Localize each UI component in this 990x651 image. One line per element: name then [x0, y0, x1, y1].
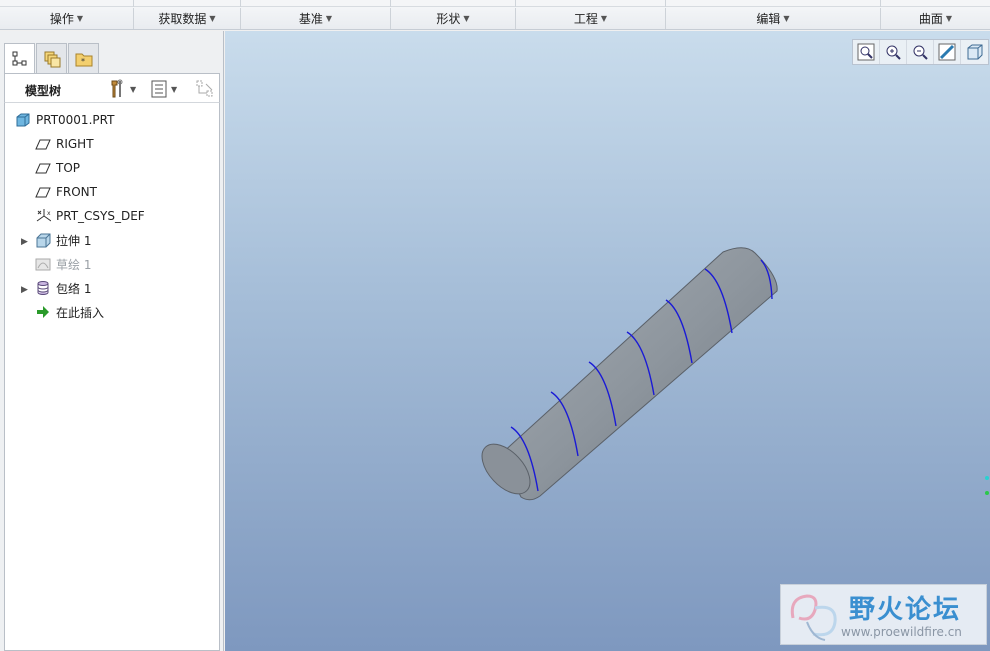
ribbon-group-datum[interactable]: 基准 ▼: [240, 8, 390, 29]
folder-icon: *: [75, 53, 92, 66]
settings-button[interactable]: ▼: [108, 78, 136, 100]
ribbon-top-strip: [0, 0, 990, 7]
tree-filter-icon: [196, 80, 213, 97]
ribbon: 操作 ▼ 获取数据 ▼ 基准 ▼ 形状 ▼ 工程 ▼ 编辑 ▼ 曲面 ▼: [0, 0, 990, 30]
tree-node-label: 在此插入: [56, 305, 105, 320]
forum-watermark: 野火论坛 www.proewildfire.cn: [780, 584, 987, 645]
list-icon: [151, 80, 167, 98]
svg-text:x: x: [47, 210, 51, 217]
navigator-tabs: *: [4, 43, 100, 74]
wrap-icon: [35, 280, 51, 296]
ribbon-group-shapes[interactable]: 形状 ▼: [390, 8, 515, 29]
datum-plane-icon: [35, 136, 51, 152]
ribbon-group-label: 获取数据: [158, 12, 207, 26]
insert-arrow-icon: [35, 304, 51, 320]
caret-down-icon: ▼: [171, 84, 178, 94]
ribbon-group-editing[interactable]: 编辑 ▼: [665, 8, 880, 29]
forum-url: www.proewildfire.cn: [841, 625, 962, 639]
view-triad-icon: [985, 476, 989, 495]
ribbon-group-label: 曲面: [918, 12, 943, 26]
tree-node-part[interactable]: PRT0001.PRT: [15, 110, 114, 130]
expand-arrow-icon[interactable]: ▶: [21, 237, 28, 247]
tree-node-sketch[interactable]: 草绘 1: [35, 254, 91, 274]
tree-node-label: FRONT: [56, 185, 97, 199]
layers-icon: [44, 51, 60, 67]
caret-down-icon: ▼: [209, 14, 216, 23]
ribbon-group-get-data[interactable]: 获取数据 ▼: [133, 8, 240, 29]
caret-down-icon: ▼: [945, 14, 953, 23]
tree-node-top[interactable]: TOP: [35, 158, 80, 178]
tree-node-right[interactable]: RIGHT: [35, 134, 94, 154]
caret-down-icon: ▼: [130, 84, 137, 94]
sketch-icon: [35, 256, 51, 272]
ribbon-group-label: 编辑: [756, 12, 781, 26]
forum-name: 野火论坛: [849, 595, 962, 625]
model-view: [473, 247, 778, 503]
graphics-window[interactable]: 野火论坛 www.proewildfire.cn: [225, 31, 990, 651]
tab-model-tree[interactable]: [4, 43, 35, 74]
tree-filter-button[interactable]: [195, 78, 215, 100]
model-tree: PRT0001.PRT RIGHT TOP FRONT x PRT_CSYS_D…: [4, 103, 220, 651]
tree-node-front[interactable]: FRONT: [35, 182, 97, 202]
tools-icon: [111, 79, 123, 98]
tree-node-label: TOP: [56, 161, 81, 175]
expand-arrow-icon[interactable]: ▶: [21, 285, 28, 295]
show-button[interactable]: ▼: [151, 78, 177, 100]
tab-folder-browser[interactable]: *: [68, 43, 99, 73]
tree-node-label: 草绘 1: [56, 257, 92, 272]
caret-down-icon: ▼: [783, 14, 790, 23]
ribbon-group-label: 形状: [436, 12, 461, 26]
model-tree-icon: [12, 51, 26, 66]
datum-plane-icon: [35, 160, 51, 176]
tree-node-label: 包络 1: [56, 281, 92, 296]
tree-node-insert-here[interactable]: 在此插入: [35, 302, 104, 322]
tree-node-csys[interactable]: x PRT_CSYS_DEF: [35, 206, 145, 226]
tree-node-label: RIGHT: [56, 137, 94, 151]
caret-down-icon: ▼: [325, 14, 333, 23]
svg-text:*: *: [81, 57, 85, 66]
tree-node-wrap[interactable]: 包络 1: [35, 278, 91, 298]
extrude-icon: [35, 232, 51, 248]
ribbon-group-label: 工程: [573, 12, 598, 26]
tree-node-label: PRT0001.PRT: [36, 113, 115, 127]
tree-node-label: PRT_CSYS_DEF: [56, 209, 145, 223]
ribbon-group-operations[interactable]: 操作 ▼: [0, 8, 133, 29]
tree-node-extrude[interactable]: 拉伸 1: [35, 230, 91, 250]
model-tree-title: 模型树: [25, 84, 62, 98]
tree-node-label: 拉伸 1: [56, 233, 92, 248]
caret-down-icon: ▼: [463, 14, 470, 23]
ribbon-group-label: 基准: [298, 12, 323, 26]
caret-down-icon: ▼: [76, 14, 84, 23]
cylinder-model[interactable]: [473, 247, 778, 503]
caret-down-icon: ▼: [600, 14, 608, 23]
ribbon-group-label: 操作: [49, 12, 74, 26]
ribbon-group-engineering[interactable]: 工程 ▼: [515, 8, 665, 29]
navigator-panel: * 模型树 ▼ ▼ PRT0001.PRT RIGHT TOP FRONT x …: [0, 31, 224, 651]
forum-logo-icon: [790, 594, 837, 641]
ribbon-group-surfaces[interactable]: 曲面 ▼: [880, 8, 990, 29]
part-icon: [15, 112, 31, 128]
model-tree-header: 模型树 ▼ ▼: [4, 73, 220, 103]
datum-plane-icon: [35, 184, 51, 200]
csys-icon: x: [35, 208, 51, 224]
tab-layers[interactable]: [36, 43, 67, 73]
